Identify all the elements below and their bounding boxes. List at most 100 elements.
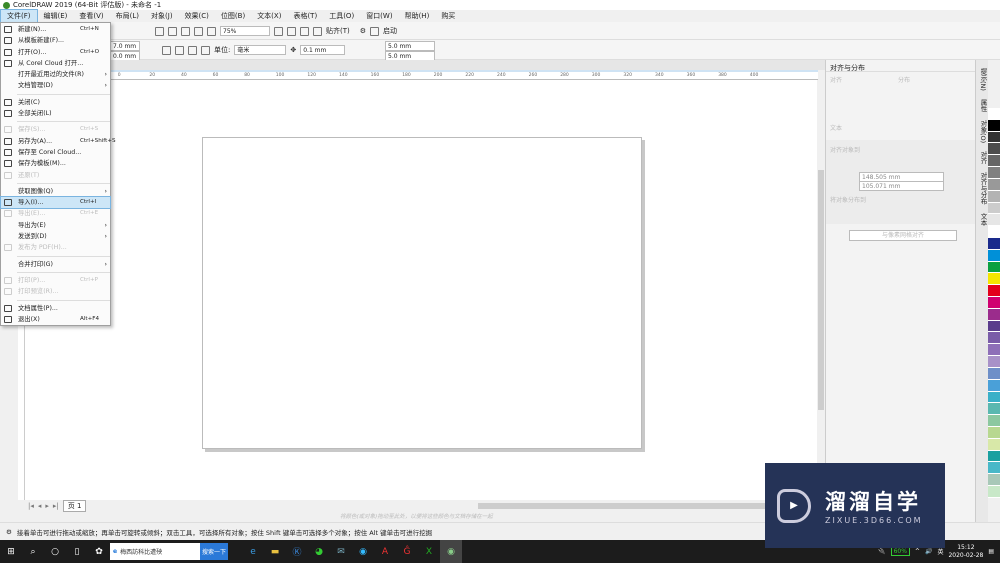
menu-3[interactable]: 布局(L) [110,10,145,22]
color-swatch[interactable] [988,320,1000,333]
launch-icon[interactable] [370,26,380,36]
wechat-icon[interactable]: ◕ [308,540,330,563]
color-swatch[interactable] [988,474,1000,486]
app-icon[interactable]: ✿ [88,540,110,563]
color-swatch[interactable] [988,167,1000,179]
color-swatch[interactable] [988,486,1000,498]
file-menu-item[interactable]: 保存(S)... Ctrl+S [1,124,110,135]
color-swatch[interactable] [988,119,1000,132]
file-menu-item[interactable]: 获取图像(Q) › [1,186,110,197]
menu-6[interactable]: 位图(B) [215,10,251,22]
task-view-icon[interactable]: ▯ [66,540,88,563]
current-page-icon[interactable] [201,45,210,55]
align-y-input[interactable]: 105.071 mm [859,181,944,191]
file-menu-item[interactable]: 发布为 PDF(H)... [1,242,110,253]
zoom-level-select[interactable]: 75% [220,26,270,36]
file-menu-item[interactable]: 还原(T) [1,170,110,181]
undo-icon[interactable] [155,26,164,36]
grid-icon[interactable] [300,26,309,36]
menu-1[interactable]: 编辑(E) [38,10,74,22]
file-menu-item[interactable]: 打印(P)... Ctrl+P [1,275,110,286]
docker-tab[interactable]: 提示(N) [978,68,987,91]
battery-indicator[interactable]: 60% [890,547,910,556]
app-blue-icon[interactable]: ◉ [352,540,374,563]
docker-tab[interactable]: 对象(O) [978,120,987,143]
clock-time[interactable]: 15:12 [957,544,974,551]
unit-select[interactable]: 毫米 [234,45,287,55]
windows-start-icon[interactable]: ⊞ [0,540,22,563]
docker-tab[interactable]: 属性 [978,99,987,112]
chevron-up-icon[interactable]: ^ [915,548,920,555]
file-menu-item[interactable]: 保存为模板(M)... [1,158,110,169]
file-menu-item[interactable]: 从模板新建(F)... [1,35,110,46]
file-menu-item[interactable]: 从 Corel Cloud 打开... [1,58,110,69]
menu-7[interactable]: 文本(X) [251,10,287,22]
page-tab[interactable]: 页 1 [62,499,87,512]
file-menu-item[interactable]: 另存为(A)... Ctrl+Shift+S [1,136,116,147]
scroll-thumb[interactable] [818,170,824,410]
file-menu-item[interactable]: 保存至 Corel Cloud... [1,147,110,158]
rulers-icon[interactable] [287,26,296,36]
menu-9[interactable]: 工具(O) [323,10,360,22]
volume-icon[interactable]: 🔊 [925,548,932,555]
import-icon[interactable] [181,26,190,36]
last-page-icon[interactable]: ▸| [53,502,59,510]
kugou-icon[interactable]: Ⓚ [286,540,308,563]
file-menu-item[interactable]: 全部关闭(L) [1,108,110,119]
notification-icon[interactable]: ▤ [988,548,994,555]
landscape-icon[interactable] [175,45,184,55]
color-swatch[interactable] [988,273,1000,286]
color-swatch[interactable] [988,131,1000,144]
color-swatch[interactable] [988,226,1000,238]
duplicate-x-input[interactable]: 5.0 mm [385,41,435,51]
color-swatch[interactable] [988,308,1000,321]
color-swatch[interactable] [988,143,1000,156]
color-swatch[interactable] [988,391,1000,404]
next-page-icon[interactable]: ▸ [45,502,49,510]
all-pages-icon[interactable] [188,45,197,55]
snap-to-button[interactable]: 贴齐(T) [326,26,350,36]
color-swatch[interactable] [988,202,1000,215]
color-swatch[interactable] [988,249,1000,262]
full-screen-icon[interactable] [274,26,283,36]
menu-12[interactable]: 购买 [435,10,461,22]
color-swatch[interactable] [988,155,1000,168]
color-swatch[interactable] [988,214,1000,227]
vertical-scrollbar[interactable] [817,80,825,500]
color-swatch[interactable] [988,356,1000,368]
search-button[interactable]: 搜索一下 [200,543,228,560]
redo-icon[interactable] [168,26,177,36]
settings-gear-icon[interactable]: ⚙ [360,27,366,35]
file-menu-item[interactable]: 发送到(D) › [1,231,110,242]
acrobat-icon[interactable]: A [374,540,396,563]
color-swatch[interactable] [988,237,1000,250]
file-menu-item[interactable]: 合并打印(G) › [1,259,110,270]
taskbar-search-box[interactable]: e 梅西訪科比遭殃 [110,543,200,560]
color-swatch[interactable] [988,332,1000,345]
cortana-icon[interactable]: ○ [44,540,66,563]
file-menu-item[interactable]: 打开(O)... Ctrl+O [1,47,110,58]
nudge-distance-input[interactable]: 0.1 mm [300,45,346,55]
menu-11[interactable]: 帮助(H) [399,10,436,22]
color-swatch[interactable] [988,344,1000,357]
color-swatch[interactable] [988,438,1000,451]
file-menu-item[interactable]: 导出为(E) › [1,220,110,231]
menu-5[interactable]: 效果(C) [179,10,215,22]
color-swatch[interactable] [988,415,1000,427]
color-swatch[interactable] [988,426,1000,439]
guidelines-icon[interactable] [313,26,322,36]
search-icon[interactable]: ⌕ [22,540,44,563]
file-menu-item[interactable]: 导出(E)... Ctrl+E [1,208,110,219]
prev-page-icon[interactable]: ◂ [38,502,42,510]
first-page-icon[interactable]: |◂ [28,502,34,510]
app-red-icon[interactable]: Ĝ [396,540,418,563]
align-pixel-grid-button[interactable]: 与像素网格对齐 [849,230,957,241]
color-swatch[interactable] [988,379,1000,392]
edge-icon[interactable]: e [242,540,264,563]
file-menu-item[interactable]: 退出(X) Alt+F4 [1,314,110,325]
portrait-icon[interactable] [162,45,171,55]
coreldraw-taskbar-icon[interactable]: ◉ [440,540,462,563]
color-swatch[interactable] [988,190,1000,203]
file-menu-item[interactable]: 文档管理(D) › [1,80,110,91]
color-swatch[interactable] [988,403,1000,416]
